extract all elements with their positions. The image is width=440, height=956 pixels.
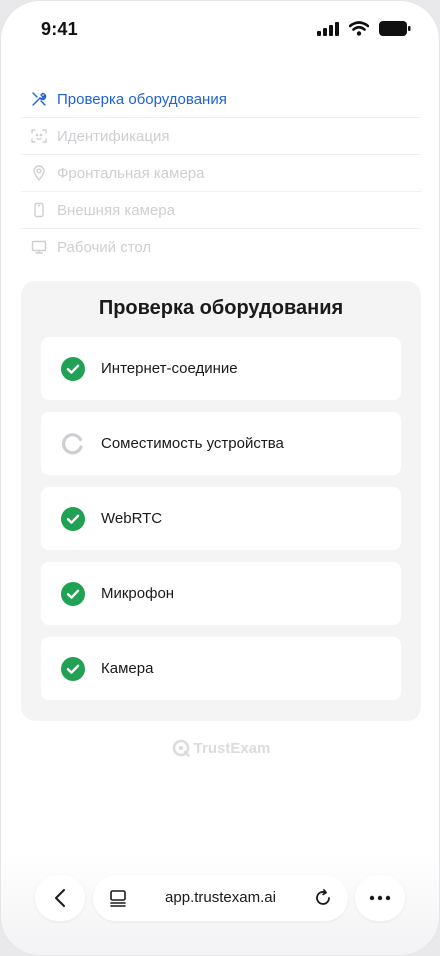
steps-list: Проверка оборудования Идентификация Фрон… (21, 81, 421, 265)
location-pin-icon (31, 165, 47, 181)
check-item-label: WebRTC (101, 510, 163, 527)
check-item-compatibility: Соместимость устройства (41, 412, 401, 475)
battery-icon (379, 21, 411, 36)
step-label: Проверка оборудования (57, 90, 227, 108)
tools-icon (31, 91, 47, 107)
step-desktop[interactable]: Рабочий стол (21, 229, 421, 265)
step-external-camera[interactable]: Внешняя камера (21, 192, 421, 229)
check-item-camera: Камера (41, 637, 401, 700)
more-button[interactable] (355, 875, 405, 921)
step-label: Внешняя камера (57, 201, 175, 219)
phone-icon (31, 202, 47, 218)
status-icons (317, 21, 411, 36)
step-label: Фронтальная камера (57, 164, 205, 182)
phone-screen: 9:41 Проверка оборудования Идентификация… (0, 0, 440, 956)
check-circle-icon (61, 356, 85, 381)
check-item-microphone: Микрофон (41, 562, 401, 625)
check-item-label: Соместимость устройства (101, 435, 284, 452)
back-button[interactable] (35, 875, 85, 921)
step-label: Идентификация (57, 127, 170, 145)
check-list: Интернет-соединие Соместимость устройств… (41, 337, 401, 712)
check-item-webrtc: WebRTC (41, 487, 401, 550)
signal-icon (317, 21, 339, 36)
face-scan-icon (31, 128, 47, 144)
url-text[interactable]: app.trustexam.ai (93, 889, 348, 906)
status-time: 9:41 (41, 19, 78, 39)
step-identification[interactable]: Идентификация (21, 118, 421, 155)
wifi-icon (349, 21, 369, 36)
card-title: Проверка оборудования (98, 297, 344, 319)
check-item-label: Интернет-соединие (101, 360, 238, 377)
check-circle-icon (61, 581, 85, 606)
monitor-icon (31, 239, 47, 255)
chevron-left-icon (55, 889, 65, 907)
loading-spinner-icon (62, 432, 83, 454)
address-bar[interactable]: app.trustexam.ai (93, 875, 348, 921)
check-circle-icon (61, 656, 85, 681)
check-item-label: Микрофон (101, 585, 175, 602)
brand-name: TrustExam (193, 739, 271, 757)
check-item-label: Камера (101, 660, 154, 677)
brand-logo: TrustExam (1, 739, 439, 757)
step-label: Рабочий стол (57, 238, 152, 256)
reload-icon[interactable] (313, 888, 333, 908)
status-bar: 9:41 (1, 1, 439, 61)
check-item-internet: Интернет-соединие (41, 337, 401, 400)
step-hardware-check[interactable]: Проверка оборудования (21, 81, 421, 118)
step-front-camera[interactable]: Фронтальная камера (21, 155, 421, 192)
trustexam-logo-icon (172, 739, 190, 757)
more-dots-icon (369, 895, 391, 901)
hardware-check-card: Проверка оборудования Интернет-соединие … (21, 281, 421, 721)
check-circle-icon (61, 506, 85, 531)
